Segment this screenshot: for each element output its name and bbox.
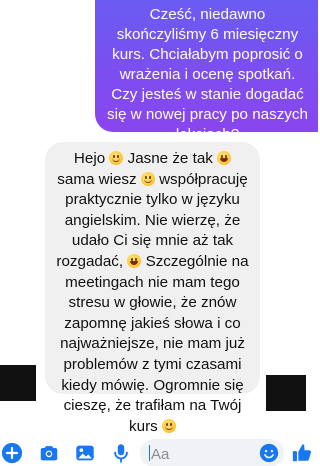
- text-caret: [149, 445, 150, 461]
- incoming-text-part-2: Jasne że tak: [123, 150, 218, 167]
- incoming-text-part-3: sama wiesz: [57, 170, 141, 188]
- grin-emoji-icon: [127, 253, 142, 268]
- incoming-text-part-5: Szczególnie na meetingach nie mam tego s…: [60, 252, 249, 435]
- image-icon[interactable]: [74, 442, 96, 464]
- camera-icon[interactable]: [38, 442, 60, 464]
- message-input-container[interactable]: [140, 439, 284, 466]
- outgoing-message[interactable]: Cześć, niedawno skończyliśmy 6 miesięczn…: [95, 0, 318, 143]
- incoming-text-part-1: Hejo: [73, 150, 110, 167]
- sender-avatar-redacted: [0, 365, 36, 401]
- thumbs-up-icon[interactable]: [291, 442, 313, 464]
- emoji-icon[interactable]: [258, 442, 280, 464]
- smirk-emoji-icon: [140, 171, 155, 186]
- outgoing-message-text: Cześć, niedawno skończyliśmy 6 miesięczn…: [107, 6, 308, 143]
- read-receipt-avatar-redacted: [266, 375, 306, 411]
- smile-emoji-icon: [109, 151, 124, 165]
- chat-screen: Cześć, niedawno skończyliśmy 6 miesięczn…: [0, 0, 318, 466]
- microphone-icon[interactable]: [110, 442, 132, 464]
- incoming-message[interactable]: Hejo Jasne że tak sama wiesz współpracuj…: [45, 142, 260, 435]
- grin-emoji-icon: [217, 151, 232, 165]
- message-composer: [0, 430, 318, 466]
- plus-icon[interactable]: [1, 442, 23, 464]
- message-input[interactable]: [149, 439, 258, 466]
